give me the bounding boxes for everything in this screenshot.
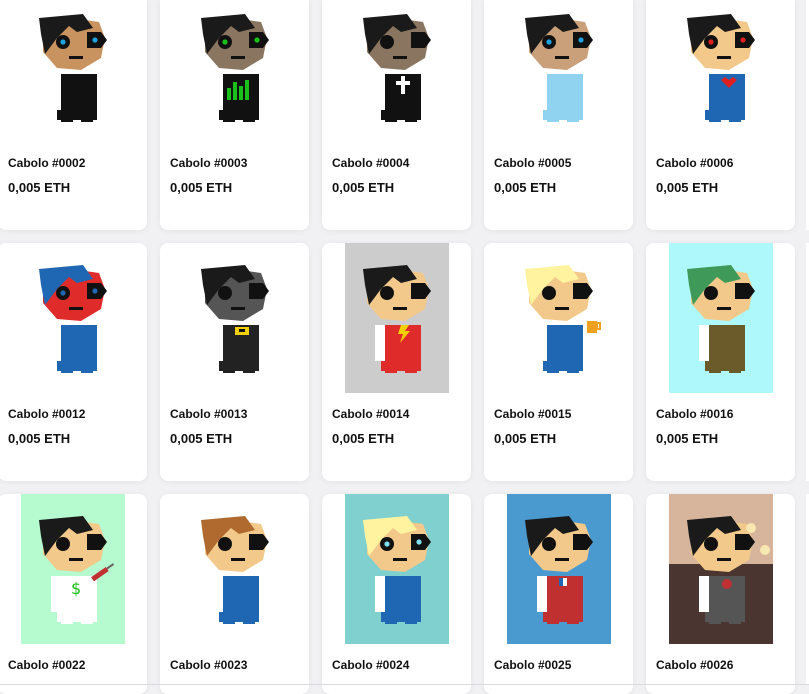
nft-image[interactable] [507, 0, 611, 142]
svg-text:$: $ [71, 579, 81, 598]
nft-name[interactable]: Cabolo #0023 [170, 658, 247, 672]
nft-name[interactable]: Cabolo #0002 [8, 156, 85, 170]
nft-card[interactable]: Cabolo #0004 0,005 ETH [322, 0, 471, 230]
nft-price: 0,005 ETH [170, 180, 233, 195]
nft-price: 0,005 ETH [8, 431, 71, 446]
nft-price: 0,005 ETH [656, 180, 719, 195]
nft-name[interactable]: Cabolo #0003 [170, 156, 247, 170]
nft-price: 0,005 ETH [494, 431, 557, 446]
nft-image[interactable] [21, 0, 125, 142]
nft-price: 0,005 ETH [332, 180, 395, 195]
nft-card[interactable]: Cabolo #0012 0,005 ETH [0, 243, 147, 481]
nft-card[interactable]: Cabolo #0023 [160, 494, 309, 694]
nft-name[interactable]: Cabolo #0016 [656, 407, 733, 421]
nft-name[interactable]: Cabolo #0025 [494, 658, 571, 672]
nft-image[interactable] [507, 243, 611, 393]
nft-image[interactable] [669, 494, 773, 644]
nft-image[interactable] [183, 494, 287, 644]
nft-name[interactable]: Cabolo #0006 [656, 156, 733, 170]
nft-name[interactable]: Cabolo #0005 [494, 156, 571, 170]
nft-name[interactable]: Cabolo #0026 [656, 658, 733, 672]
nft-card[interactable]: Cabolo #0025 [484, 494, 633, 694]
nft-image[interactable] [507, 494, 611, 644]
nft-card[interactable]: Cabolo #0024 [322, 494, 471, 694]
nft-name[interactable]: Cabolo #0024 [332, 658, 409, 672]
nft-card[interactable]: Cabolo #0016 0,005 ETH [646, 243, 795, 481]
nft-image[interactable] [183, 0, 287, 142]
nft-price: 0,005 ETH [332, 431, 395, 446]
nft-name[interactable]: Cabolo #0014 [332, 407, 409, 421]
nft-image[interactable] [669, 0, 773, 142]
nft-price: 0,005 ETH [8, 180, 71, 195]
nft-price: 0,005 ETH [494, 180, 557, 195]
nft-card[interactable]: Cabolo #0002 0,005 ETH [0, 0, 147, 230]
nft-name[interactable]: Cabolo #0004 [332, 156, 409, 170]
nft-name[interactable]: Cabolo #0013 [170, 407, 247, 421]
nft-image[interactable] [183, 243, 287, 393]
nft-card[interactable]: Cabolo #0026 [646, 494, 795, 694]
nft-card[interactable]: Cabolo #0005 0,005 ETH [484, 0, 633, 230]
nft-name[interactable]: Cabolo #0022 [8, 658, 85, 672]
nft-image[interactable] [345, 243, 449, 393]
nft-price: 0,005 ETH [170, 431, 233, 446]
nft-card[interactable]: Cabolo #0006 0,005 ETH [646, 0, 795, 230]
nft-card[interactable]: $ Cabolo #0022 [0, 494, 147, 694]
nft-name[interactable]: Cabolo #0012 [8, 407, 85, 421]
nft-price: 0,005 ETH [656, 431, 719, 446]
nft-name[interactable]: Cabolo #0015 [494, 407, 571, 421]
nft-card[interactable]: Cabolo #0014 0,005 ETH [322, 243, 471, 481]
nft-card[interactable]: Cabolo #0015 0,005 ETH [484, 243, 633, 481]
nft-image[interactable]: $ [21, 494, 125, 644]
nft-card[interactable]: Cabolo #0003 0,005 ETH [160, 0, 309, 230]
nft-image[interactable] [21, 243, 125, 393]
nft-image[interactable] [345, 494, 449, 644]
nft-card[interactable]: Cabolo #0013 0,005 ETH [160, 243, 309, 481]
nft-image[interactable] [669, 243, 773, 393]
nft-image[interactable] [345, 0, 449, 142]
